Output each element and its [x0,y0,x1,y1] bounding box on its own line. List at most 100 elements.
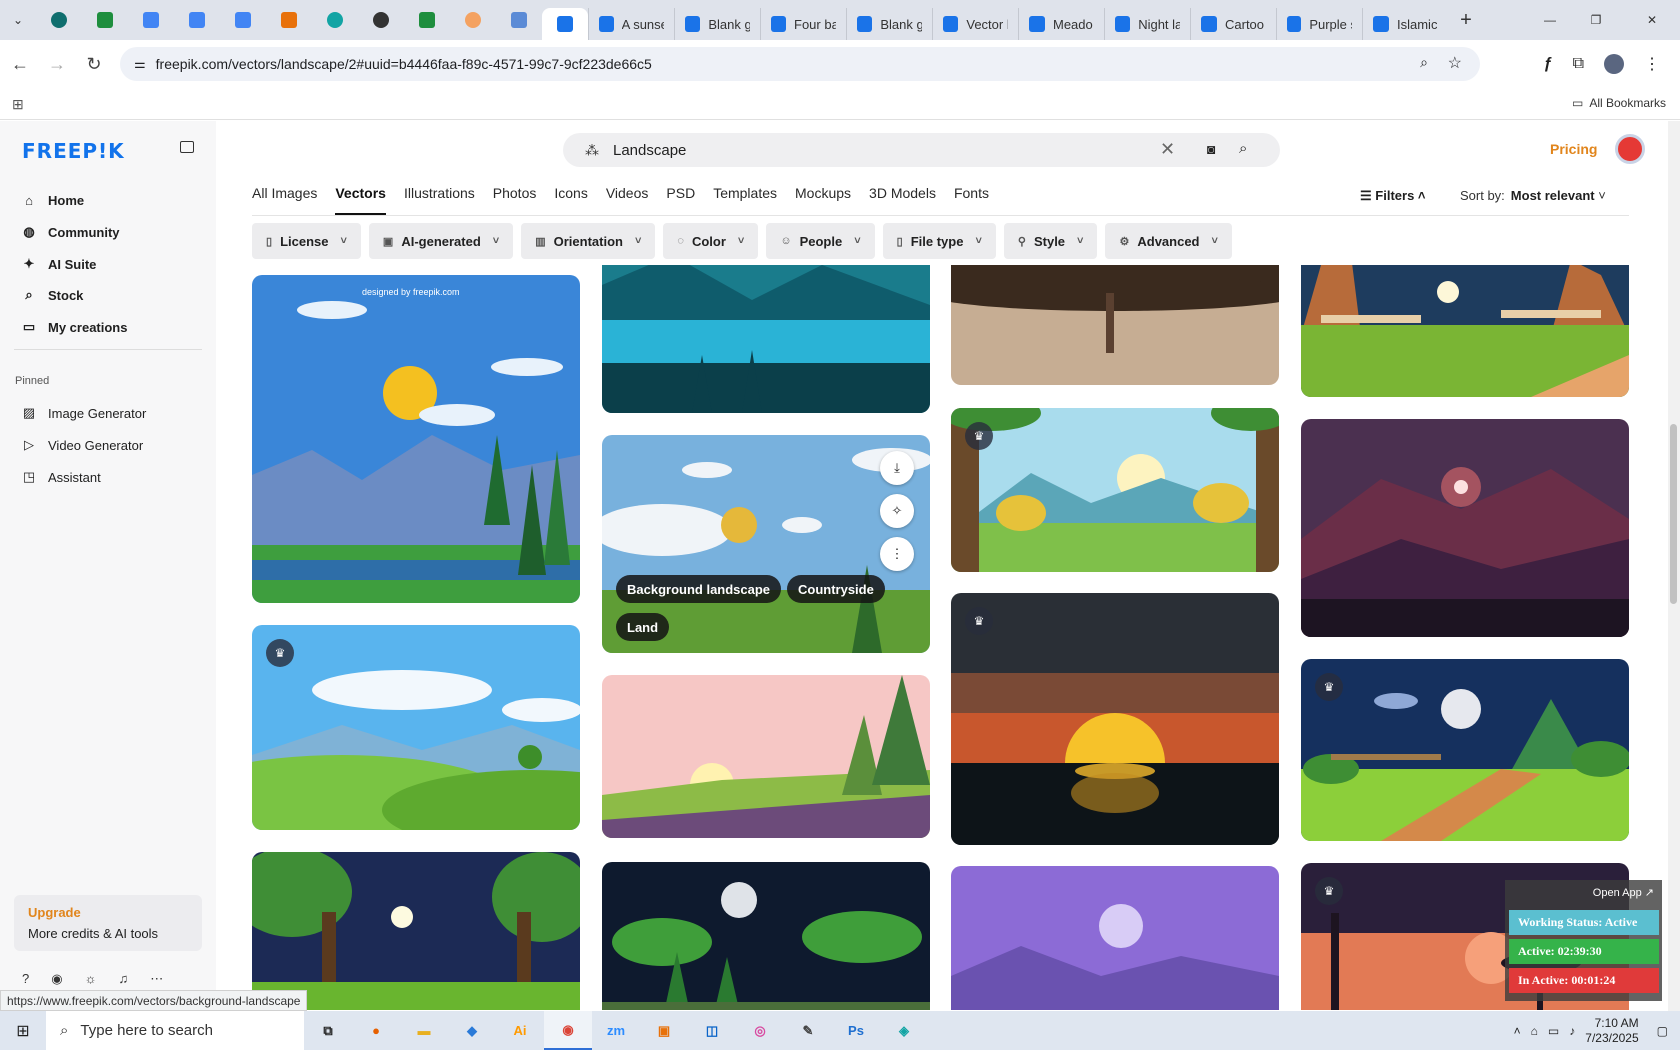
search-input[interactable]: Landscape [613,142,686,159]
network-icon[interactable]: ⌂ [1531,1024,1538,1038]
result-card[interactable] [252,852,580,1010]
system-clock[interactable]: 7:10 AM 7/23/2025 [1585,1016,1638,1046]
scrollbar-thumb[interactable] [1670,424,1677,604]
filter-chip-ai-generated[interactable]: ▣ AI-generated ˅ [368,223,514,259]
result-card[interactable] [951,265,1279,385]
result-card[interactable] [602,862,930,1010]
tab-mockups[interactable]: Mockups [795,185,851,215]
search-icon[interactable]: ⌕ [1239,140,1247,157]
pinned-tab[interactable] [266,0,312,40]
tab-active[interactable] [542,8,588,40]
pinned-tab[interactable] [220,0,266,40]
sidebar-item-community[interactable]: ◍ Community [22,224,119,240]
filters-button[interactable]: ☰ Filters ˄ [1360,188,1426,204]
minimize-icon[interactable]: — [1532,0,1568,40]
apps-grid-icon[interactable]: ⊞ [12,96,24,113]
new-tab-button[interactable]: + [1448,0,1484,40]
tab-3d-models[interactable]: 3D Models [869,185,936,215]
browser-tab[interactable]: A sunse [588,8,674,40]
tag-chip[interactable]: Land [616,613,670,641]
task-view-icon[interactable]: ⧉ [304,1011,352,1050]
extensions-puzzle-icon[interactable]: ⧉ [1573,55,1584,73]
help-icon[interactable]: ? [22,971,29,987]
theme-sun-icon[interactable]: ☼ [85,971,97,987]
sidebar-item-my-creations[interactable]: ▭ My creations [22,319,128,335]
tab-vectors[interactable]: Vectors [335,185,386,215]
browser-tab[interactable]: Blank g [674,8,760,40]
sidebar-item-ai-suite[interactable]: ✦ AI Suite [22,256,97,272]
url-bar[interactable]: ⚌ freepik.com/vectors/landscape/2#uuid=b… [120,47,1480,81]
sidebar-item-home[interactable]: ⌂ Home [22,193,84,208]
profile-avatar[interactable] [1604,54,1624,74]
more-icon[interactable]: ⋯ [150,971,163,987]
filter-chip-style[interactable]: ⚲ Style ˅ [1003,223,1098,259]
close-window-icon[interactable]: ✕ [1624,0,1680,40]
zoom-icon[interactable]: zm [592,1011,640,1050]
result-card[interactable]: ♛ [252,625,580,830]
tray-chevron-icon[interactable]: ˄ [1514,1024,1521,1038]
filter-chip-color[interactable]: ◌ Color ˅ [663,223,759,259]
ai-edit-icon[interactable]: ✧ [880,494,914,528]
browser-tab[interactable]: Four ba [760,8,846,40]
app-icon[interactable]: ◈ [880,1011,928,1050]
tab-search-icon[interactable]: ⌄ [0,0,36,40]
pinned-item-image-generator[interactable]: ▨ Image Generator [22,405,146,421]
user-avatar[interactable] [1615,134,1645,164]
zoom-icon[interactable]: ⌕ [1420,54,1428,71]
discord-icon[interactable]: ◉ [51,971,62,987]
result-card[interactable] [602,265,930,413]
pinned-tab[interactable] [404,0,450,40]
result-card[interactable]: designed by freepik.com [252,275,580,603]
photoshop-icon[interactable]: Ps [832,1011,880,1050]
tab-psd[interactable]: PSD [666,185,695,215]
result-card[interactable]: ♛ [951,408,1279,572]
tab-illustrations[interactable]: Illustrations [404,185,475,215]
pinned-tab[interactable] [36,0,82,40]
restore-icon[interactable]: ❐ [1568,0,1624,40]
tab-fonts[interactable]: Fonts [954,185,989,215]
vscode-icon[interactable]: ◆ [448,1011,496,1050]
app-icon[interactable]: ▣ [640,1011,688,1050]
camera-search-icon[interactable]: ◙ [1207,141,1215,157]
search-bar[interactable]: ⁂ Landscape ✕ ◙ ⌕ [563,133,1280,167]
pinned-tab[interactable] [358,0,404,40]
result-card[interactable] [602,675,930,838]
pinned-item-video-generator[interactable]: ▷ Video Generator [22,437,143,453]
browser-tab[interactable]: Purple s [1276,8,1362,40]
download-icon[interactable]: ⤓ [880,451,914,485]
outlook-icon[interactable]: ◫ [688,1011,736,1050]
result-card[interactable] [1301,419,1629,637]
firefox-icon[interactable]: ● [352,1011,400,1050]
result-card[interactable]: ♛ [951,593,1279,845]
browser-menu-icon[interactable]: ⋮ [1644,54,1660,74]
result-card-hovered[interactable]: ⤓ ✧ ⋮ Background landscape Countryside L… [602,435,930,653]
tag-chip[interactable]: Countryside [787,575,885,603]
browser-tab[interactable]: Night la [1104,8,1190,40]
page-scrollbar[interactable] [1668,121,1680,1011]
sidebar-item-stock[interactable]: ⌕ Stock [22,287,83,303]
chrome-icon[interactable]: ◉ [544,1011,592,1050]
windows-start-icon[interactable]: ⊞ [0,1011,46,1050]
forward-icon[interactable]: → [40,47,74,81]
notification-center-icon[interactable]: ▢ [1657,1024,1668,1038]
volume-icon[interactable]: ♪ [1569,1024,1575,1038]
pinned-item-assistant[interactable]: ◳ Assistant [22,469,101,485]
bookmark-star-icon[interactable]: ☆ [1448,53,1462,73]
sort-control[interactable]: Sort by: Most relevant ˅ [1460,188,1606,203]
site-settings-icon[interactable]: ⚌ [134,56,146,72]
open-app-link[interactable]: Open App ↗ [1593,886,1654,899]
pricing-link[interactable]: Pricing [1550,141,1597,157]
collapse-sidebar-icon[interactable] [180,141,194,153]
display-icon[interactable]: ▭ [1548,1024,1559,1038]
app-icon[interactable]: ◎ [736,1011,784,1050]
all-bookmarks-button[interactable]: ▭ All Bookmarks [1572,96,1666,110]
tab-photos[interactable]: Photos [493,185,537,215]
pen-tool-icon[interactable]: ✎ [784,1011,832,1050]
filter-chip-license[interactable]: ▯ License ˅ [252,223,361,259]
tag-chip[interactable]: Background landscape [616,575,782,603]
freepik-logo[interactable]: FREEP!K [22,139,125,163]
notification-bell-icon[interactable]: ♫ [119,971,129,987]
extension-icon[interactable]: ƒ [1544,55,1553,73]
pinned-tab[interactable] [128,0,174,40]
illustrator-icon[interactable]: Ai [496,1011,544,1050]
